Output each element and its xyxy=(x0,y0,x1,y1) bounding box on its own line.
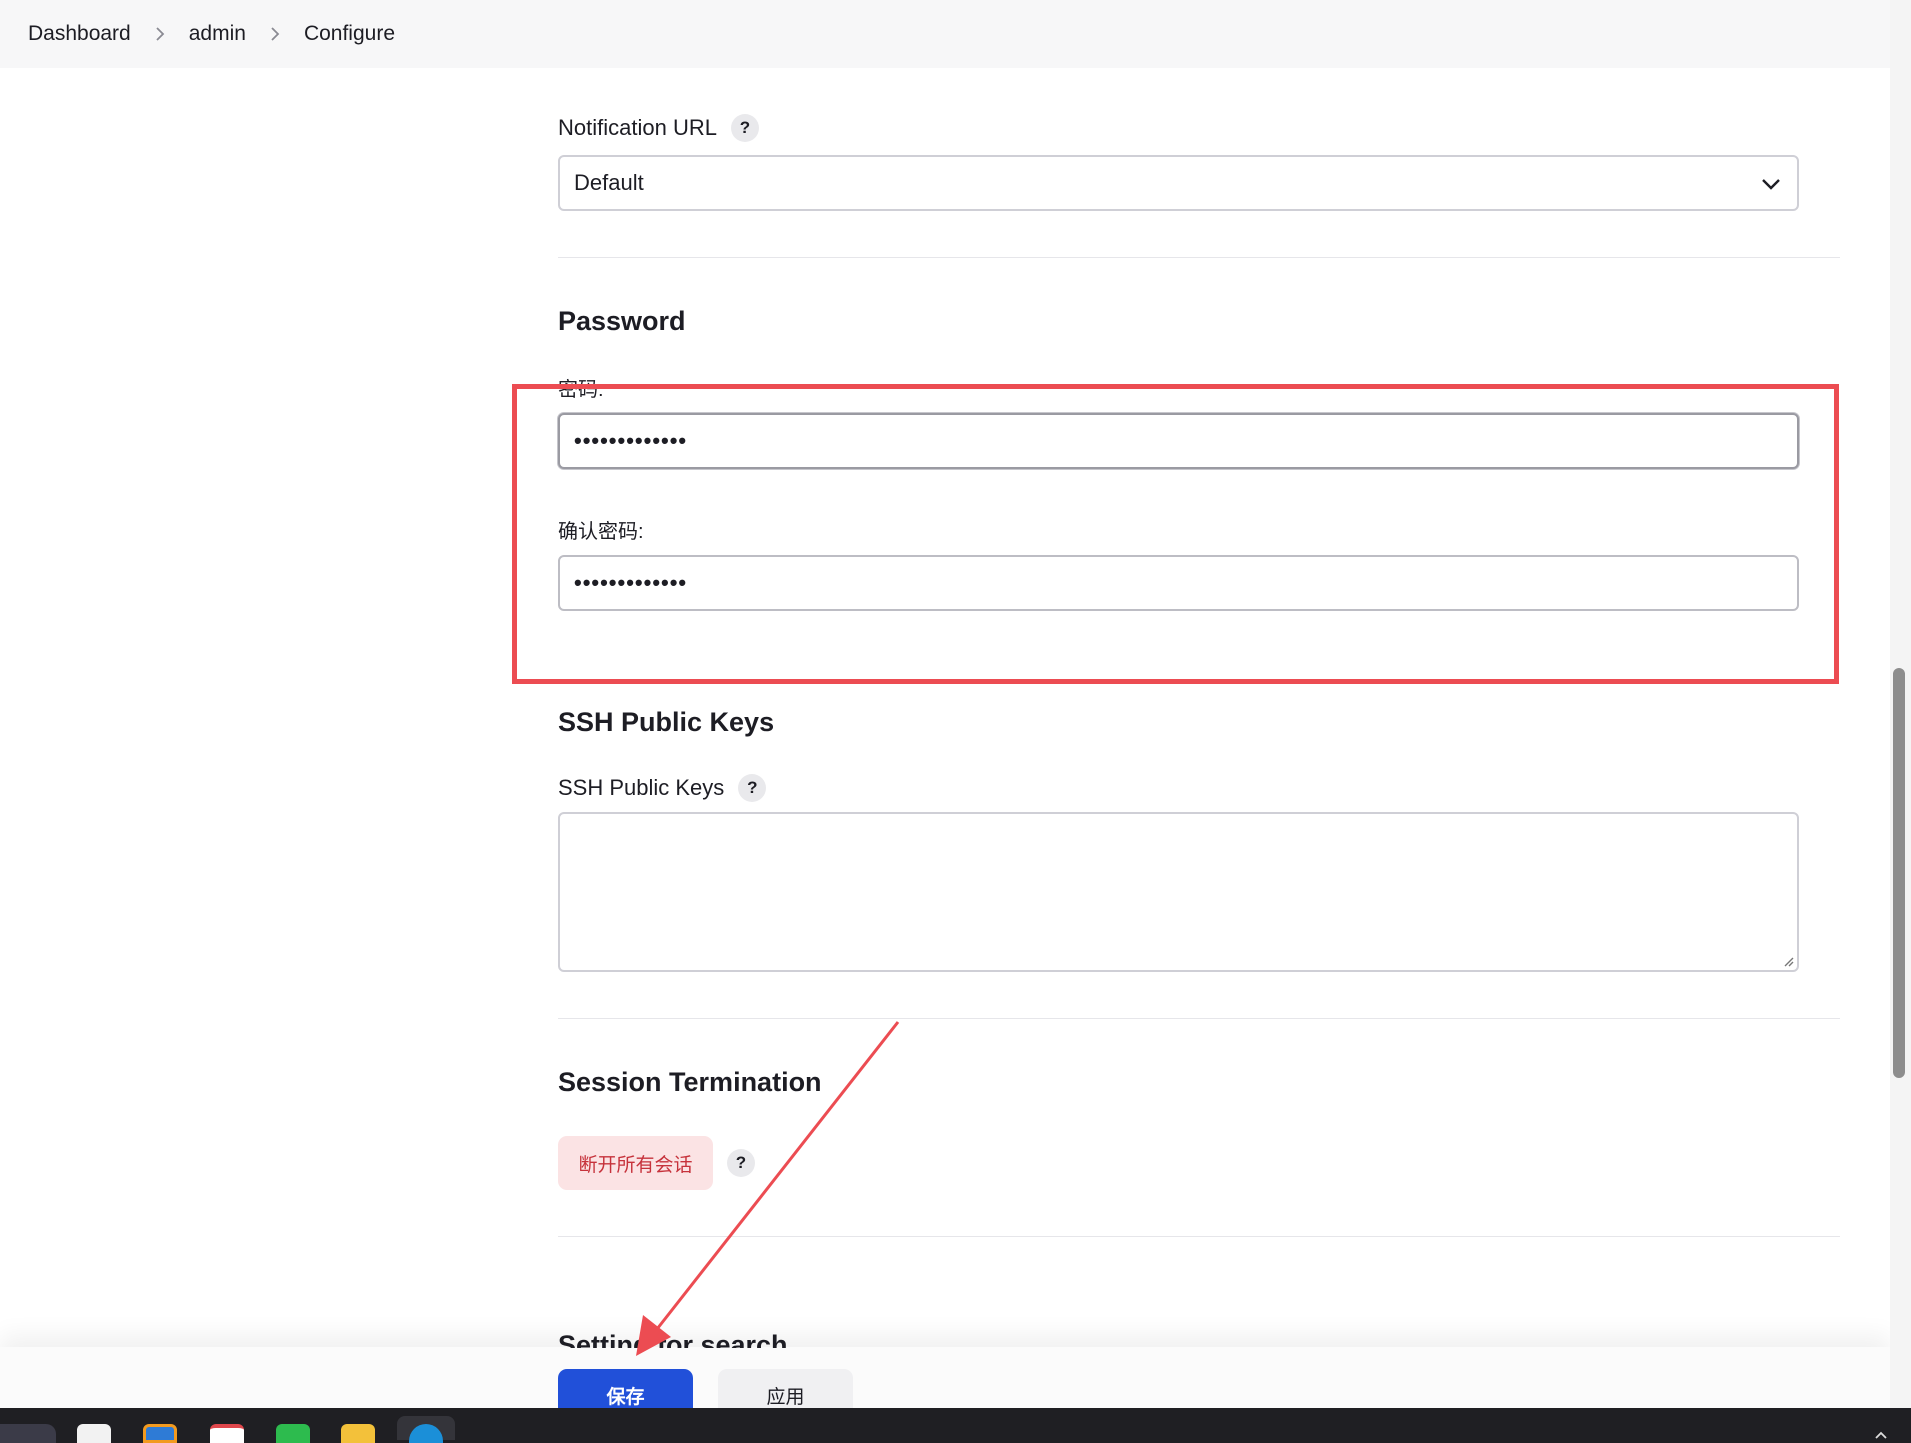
file-explorer-icon[interactable] xyxy=(341,1424,375,1443)
wechat-icon[interactable] xyxy=(276,1424,310,1443)
search-app-icon[interactable] xyxy=(0,1424,56,1443)
typora-icon[interactable] xyxy=(77,1424,111,1443)
office-icon[interactable] xyxy=(210,1424,244,1443)
app-icon[interactable] xyxy=(143,1424,177,1443)
chevron-up-icon[interactable] xyxy=(1874,1430,1888,1440)
arrow-annotation xyxy=(636,1021,900,1356)
scrollbar-thumb[interactable] xyxy=(1893,668,1905,1078)
